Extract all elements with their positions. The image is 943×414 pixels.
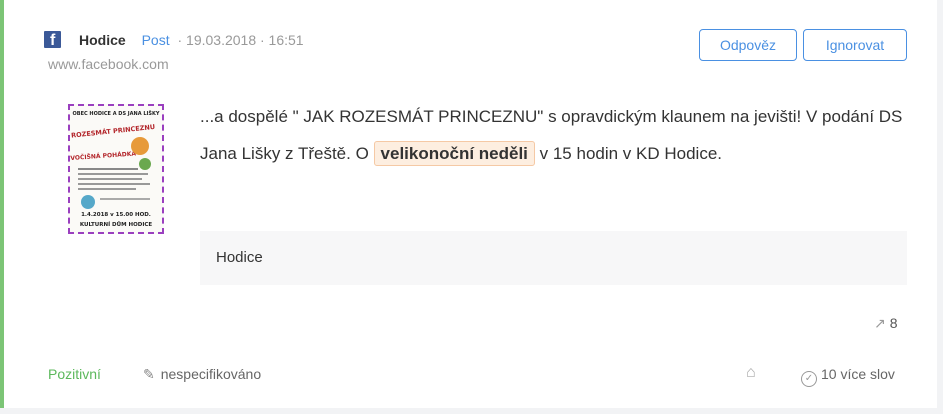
facebook-icon: f — [44, 31, 61, 48]
post-thumbnail[interactable]: OBEC HODICE A DS JANA LIŠKY JAK ROZESMÁT… — [68, 104, 164, 234]
title-line: Hodice Post · 19.03.2018 · 16:51 — [79, 32, 304, 48]
author-label: nespecifikováno — [160, 366, 262, 382]
thumbnail-line1: OBEC HODICE A DS JANA LIŠKY — [73, 110, 160, 117]
content-text-after: v 15 hodin v KD Hodice. — [534, 144, 723, 163]
reply-button[interactable]: Odpověz — [699, 29, 797, 61]
sentiment-label[interactable]: Pozitivní — [48, 366, 101, 382]
source-url[interactable]: www.facebook.com — [48, 56, 169, 72]
more-words-label: 10 více slov — [821, 366, 895, 382]
post-type[interactable]: Post — [142, 32, 170, 48]
footer: Pozitivní — [48, 366, 101, 382]
keyword-highlight: velikonoční neděli — [373, 141, 535, 166]
pen-icon: ✎ — [143, 366, 155, 382]
post-content: ...a dospělé " JAK ROZESMÁT PRINCEZNU" s… — [200, 98, 920, 172]
mention-card: f Hodice Post · 19.03.2018 · 16:51 www.f… — [0, 0, 937, 408]
thumbnail-venue: KULTURNÍ DŮM HODICE — [80, 220, 153, 228]
shares-count: ↗ 8 — [874, 315, 898, 332]
share-icon: ↗ — [874, 315, 886, 331]
thumbnail-date: 1.4.2018 v 15.00 HOD. — [81, 212, 151, 218]
check-circle-icon: ✓ — [801, 371, 817, 387]
tag-icon[interactable]: ⌂ — [746, 364, 756, 382]
shares-value: 8 — [889, 315, 898, 331]
more-words-link[interactable]: ✓ 10 více slov — [801, 366, 895, 387]
author[interactable]: ✎ nespecifikováno — [143, 366, 261, 383]
group-name: Hodice — [200, 231, 907, 285]
ignore-button[interactable]: Ignorovat — [803, 29, 907, 61]
post-datetime: · 19.03.2018 · 16:51 — [177, 32, 304, 48]
source-name[interactable]: Hodice — [79, 32, 126, 48]
